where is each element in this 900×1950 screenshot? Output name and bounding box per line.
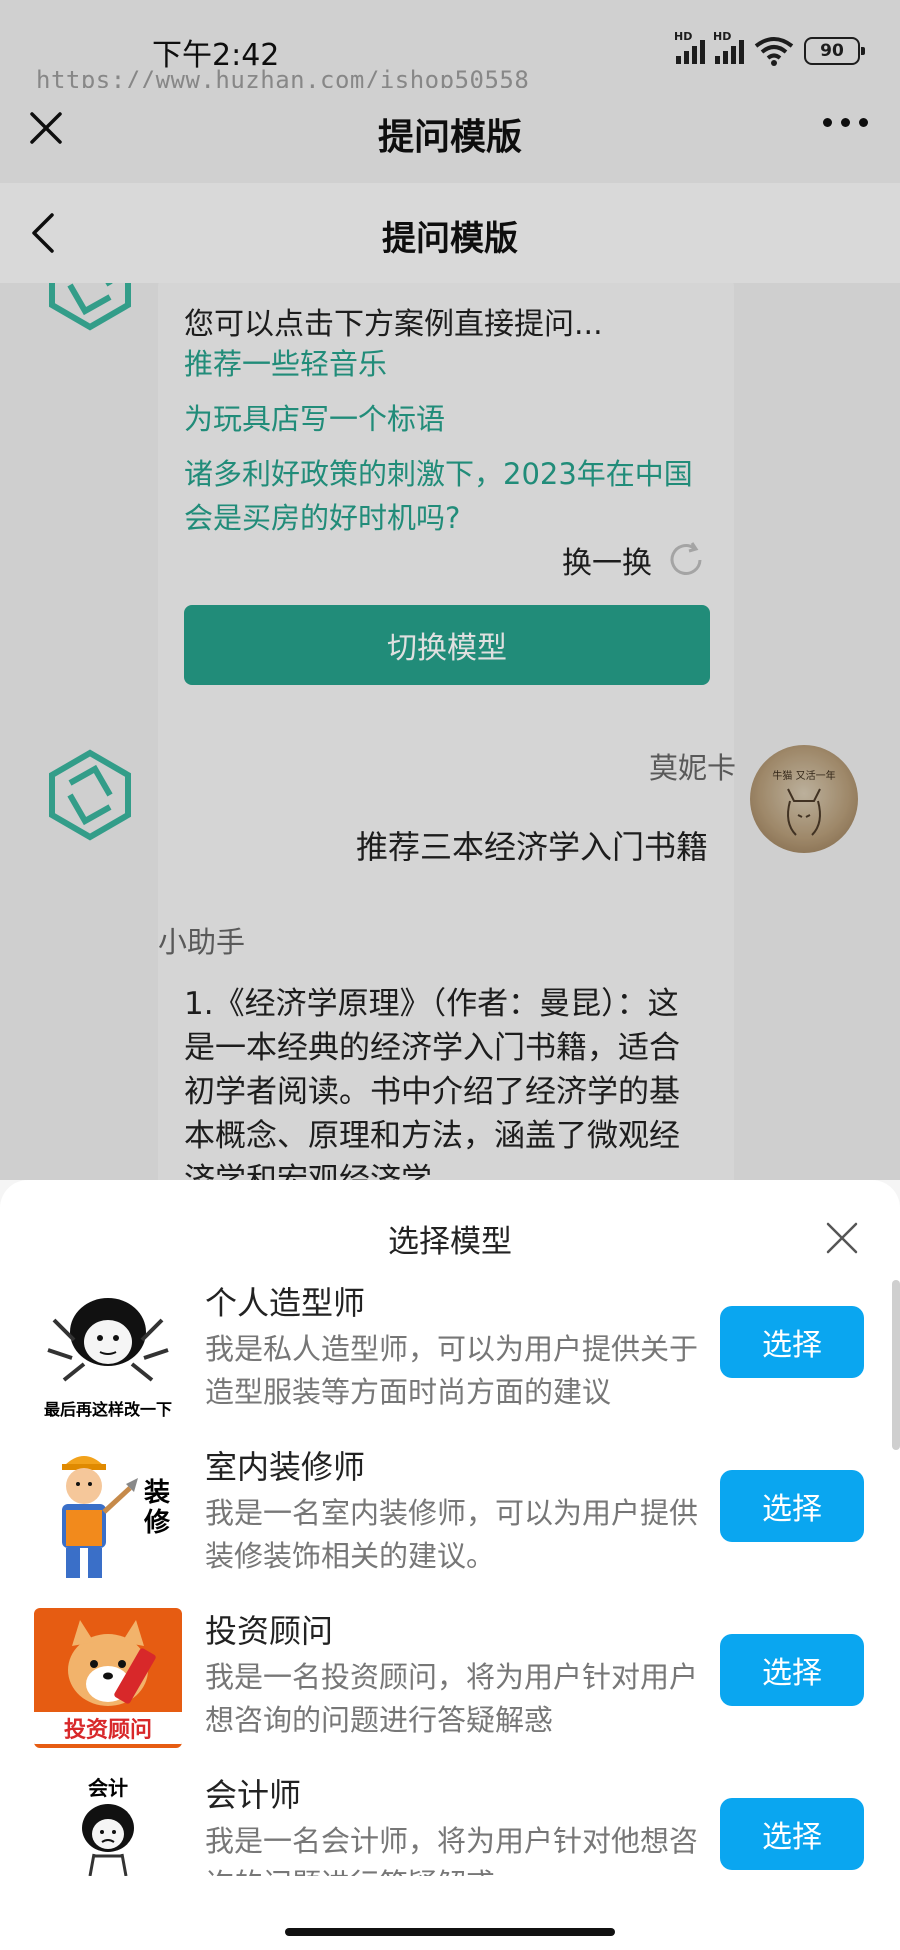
model-row: 最后再这样改一下 个人造型师 我是私人造型师，可以为用户提供关于造型服装等方面时… — [0, 1278, 900, 1442]
status-bar: 下午2:42 https://www.huzhan.com/ishop50558… — [0, 0, 900, 94]
suggestion-item[interactable]: 推荐一些轻音乐 — [184, 342, 704, 386]
decorator-cartoon-icon — [62, 1456, 138, 1578]
model-desc: 我是一名投资顾问，将为用户针对用户想咨询的问题进行答疑解惑 — [205, 1660, 699, 1737]
intro-card: 您可以点击下方案例直接提问... 推荐一些轻音乐 为玩具店写一个标语 诸多利好政… — [158, 283, 734, 1003]
model-row: 装修 室内装修师 我是一名室内装修师，可以为用户提供装修装饰相关的建议。 选择 — [0, 1442, 900, 1606]
model-image: 装修 — [34, 1444, 182, 1584]
model-image-caption: 投资顾问 — [34, 1712, 182, 1744]
user-name: 莫妮卡 — [648, 751, 736, 785]
select-button[interactable]: 选择 — [720, 1470, 864, 1542]
stylist-meme-icon — [47, 1298, 169, 1382]
avatar-caption: 牛猫 又活一年 — [772, 771, 836, 782]
bot-message-text: 1.《经济学原理》（作者：曼昆）：这是一本经典的经济学入门书籍，适合初学者阅读。… — [184, 986, 680, 1180]
refresh-label: 换一换 — [562, 546, 652, 581]
close-sheet-icon[interactable] — [824, 1220, 860, 1256]
switch-model-button[interactable]: 切换模型 — [184, 605, 710, 685]
battery-icon: 90 — [804, 37, 865, 65]
bot-message-bubble: 1.《经济学原理》（作者：曼昆）：这是一本经典的经济学入门书籍，适合初学者阅读。… — [158, 960, 734, 1180]
nav-bar: 提问模版 — [0, 183, 900, 283]
cat-sketch-icon — [787, 788, 821, 836]
model-image-caption: 最后再这样改一下 — [43, 1400, 172, 1419]
refresh-icon — [670, 542, 702, 575]
model-name: 会计师 — [205, 1776, 302, 1814]
wifi-icon — [754, 37, 794, 66]
select-button[interactable]: 选择 — [720, 1798, 864, 1870]
signal-icon: HD — [674, 30, 705, 64]
model-name: 室内装修师 — [205, 1448, 366, 1486]
user-message-text: 推荐三本经济学入门书籍 — [355, 828, 708, 866]
model-image: 会计 — [34, 1772, 182, 1876]
model-name: 个人造型师 — [205, 1284, 366, 1322]
signal-icon: HD — [713, 30, 744, 64]
user-avatar: 牛猫 又活一年 — [750, 745, 858, 853]
nav-title: 提问模版 — [382, 219, 518, 259]
select-button[interactable]: 选择 — [720, 1634, 864, 1706]
suggestion-item[interactable]: 诸多利好政策的刺激下，2023年在中国会是买房的好时机吗? — [184, 452, 704, 540]
bot-logo-icon — [49, 749, 131, 841]
refresh-button[interactable]: 换一换 — [562, 538, 706, 582]
model-picker-sheet: 选择模型 最后再这样改一下 个人造型师 我是私人造型师，可以为用户提供关于造型服… — [0, 1180, 900, 1950]
page-title: 提问模版 — [377, 117, 522, 158]
bot-name: 小助手 — [158, 925, 246, 959]
model-name: 投资顾问 — [205, 1612, 334, 1650]
model-image: 最后再这样改一下 — [34, 1280, 182, 1420]
model-desc: 我是一名会计师，将为用户针对他想咨询的问题进行答疑解惑 — [205, 1824, 699, 1876]
bot-logo-icon — [49, 283, 131, 331]
accountant-meme-icon — [82, 1804, 134, 1876]
more-icon[interactable] — [823, 118, 868, 127]
model-row: 投资顾问 投资顾问 我是一名投资顾问，将为用户针对用户想咨询的问题进行答疑解惑 … — [0, 1606, 900, 1770]
chat-area[interactable]: 您可以点击下方案例直接提问... 推荐一些轻音乐 为玩具店写一个标语 诸多利好政… — [0, 283, 900, 1180]
select-button[interactable]: 选择 — [720, 1306, 864, 1378]
model-row: 会计 会计师 我是一名会计师，将为用户针对他想咨询的问题进行答疑解惑 选择 — [0, 1770, 900, 1876]
investment-dog-icon — [68, 1620, 156, 1706]
model-image: 投资顾问 — [34, 1608, 182, 1748]
model-image-caption: 会计 — [88, 1776, 128, 1800]
status-icons: HD HD 90 — [674, 30, 865, 66]
user-message-bubble: 推荐三本经济学入门书籍 — [329, 797, 734, 893]
sheet-title: 选择模型 — [388, 1224, 512, 1260]
model-image-caption: 装修 — [144, 1478, 171, 1538]
model-list[interactable]: 最后再这样改一下 个人造型师 我是私人造型师，可以为用户提供关于造型服装等方面时… — [0, 1278, 900, 1876]
battery-level: 90 — [820, 41, 844, 61]
top-bar: 提问模版 — [0, 88, 900, 183]
intro-text: 您可以点击下方案例直接提问... — [184, 307, 603, 342]
model-desc: 我是私人造型师，可以为用户提供关于造型服装等方面时尚方面的建议 — [205, 1332, 699, 1409]
model-desc: 我是一名室内装修师，可以为用户提供装修装饰相关的建议。 — [205, 1496, 699, 1573]
suggestion-item[interactable]: 为玩具店写一个标语 — [184, 397, 704, 441]
home-indicator[interactable] — [285, 1928, 615, 1936]
